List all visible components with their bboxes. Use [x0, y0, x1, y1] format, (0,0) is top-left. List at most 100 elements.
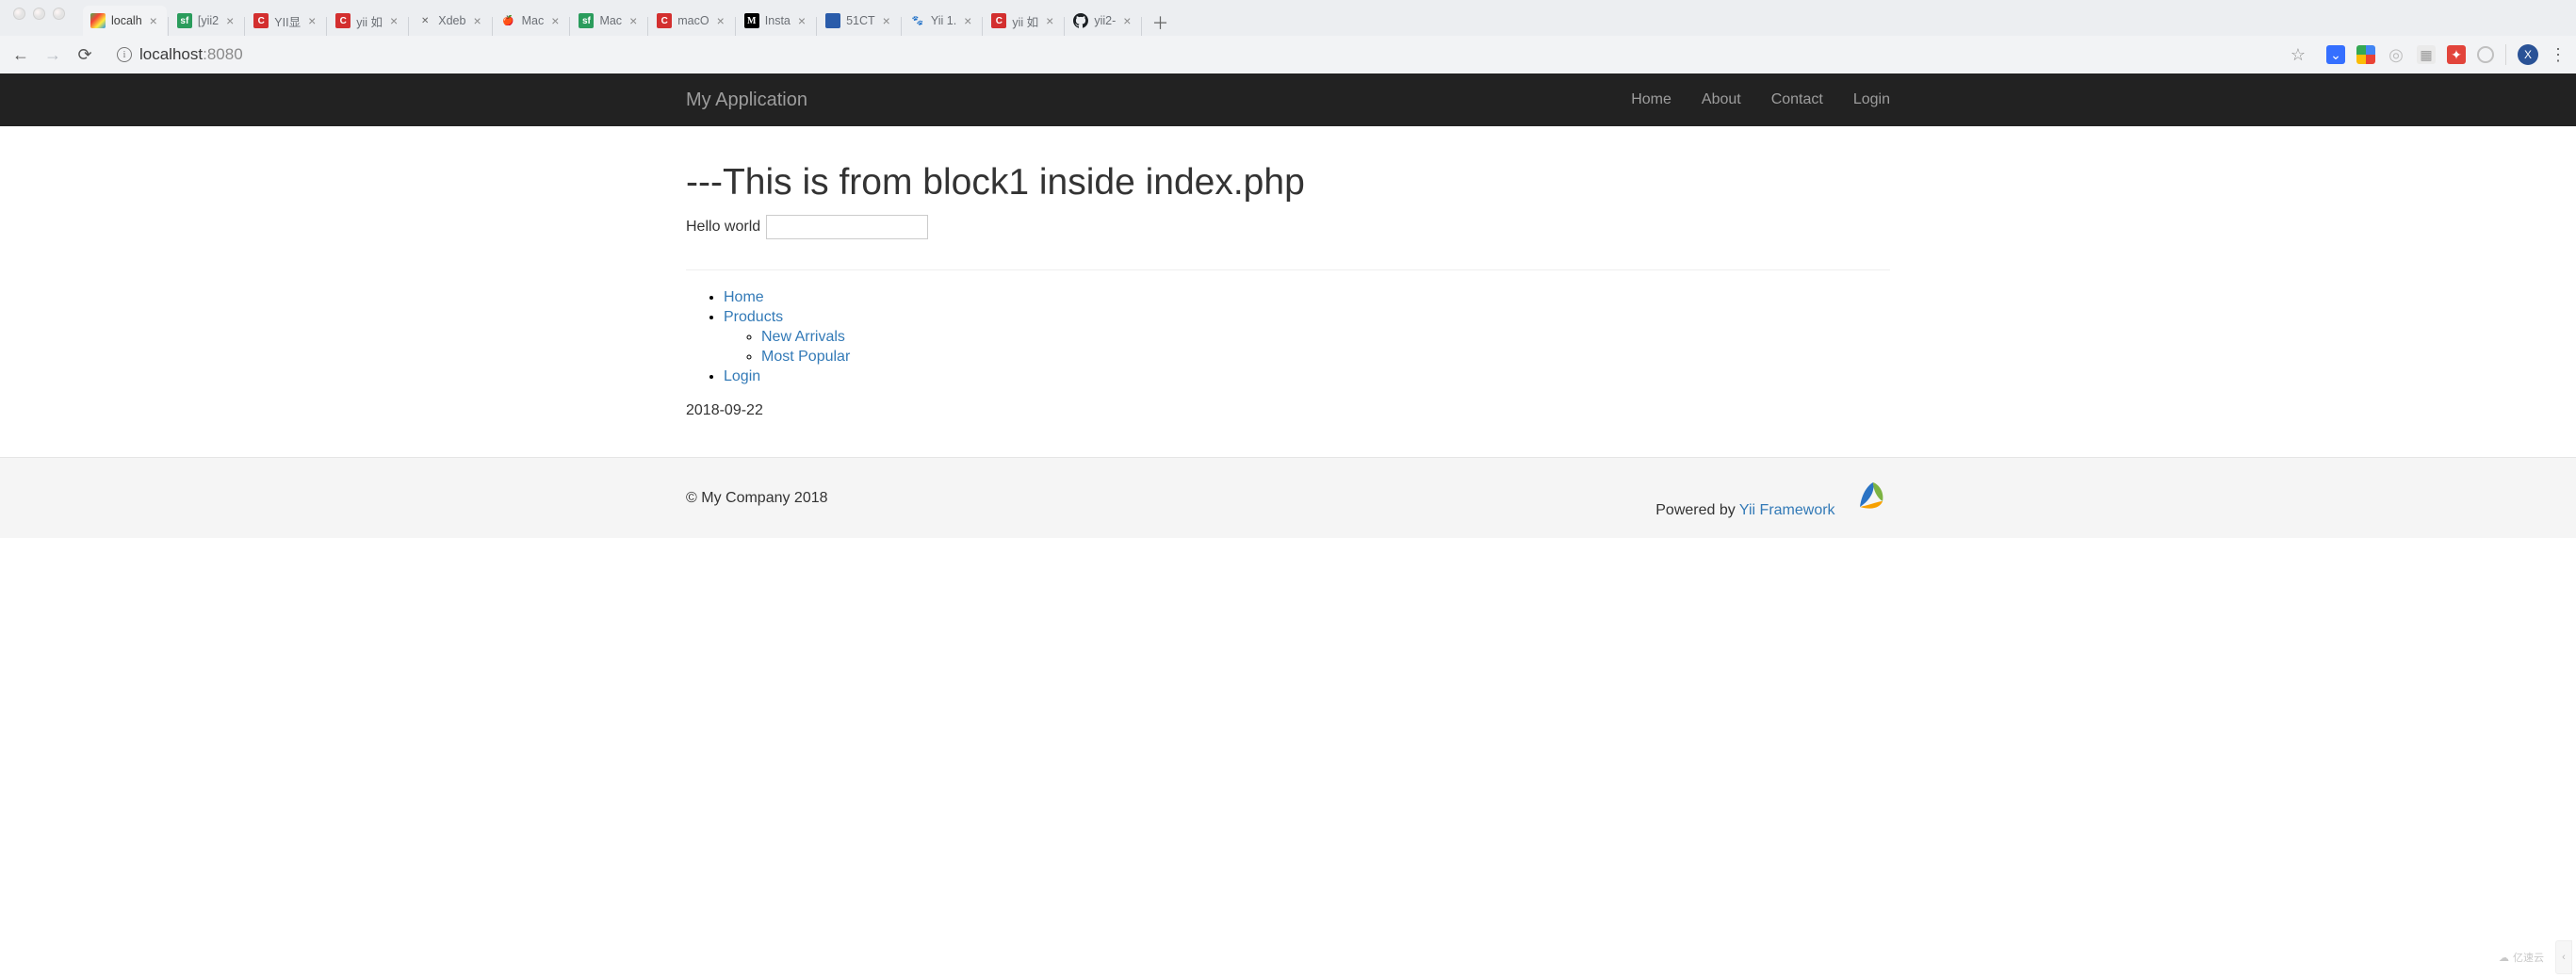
tab-yii1[interactable]: 🐾 Yii 1. × — [903, 6, 982, 36]
tab-yii-ru-1[interactable]: C yii 如 × — [328, 6, 407, 36]
site-info-icon[interactable]: i — [117, 47, 132, 62]
footer-copyright: © My Company 2018 — [686, 490, 828, 507]
watermark-cloud-icon: ☁ — [2499, 952, 2509, 964]
footer-powered: Powered by Yii Framework — [1655, 477, 1890, 519]
tab-localhost[interactable]: localh × — [83, 6, 167, 36]
tab-title: macO — [677, 14, 709, 27]
extension-icon-5[interactable]: ✦ — [2447, 45, 2466, 64]
reload-button[interactable]: ⟳ — [73, 45, 96, 65]
kebab-menu-icon[interactable]: ⋮ — [2550, 45, 2567, 65]
close-window-button[interactable] — [13, 8, 25, 20]
tab-title: Insta — [765, 14, 791, 27]
extension-icon-1[interactable]: ⌄ — [2326, 45, 2345, 64]
tab-yii2-github[interactable]: yii2- × — [1066, 6, 1140, 36]
url-host: localhost — [139, 45, 203, 63]
close-tab-icon[interactable]: × — [224, 13, 236, 28]
tab-separator — [816, 17, 817, 36]
scroll-arrow-icon[interactable]: ‹ — [2555, 940, 2572, 974]
tab-title: yii2- — [1094, 14, 1116, 27]
footer: © My Company 2018 Powered by Yii Framewo… — [0, 457, 2576, 538]
extension-icon-4[interactable]: ▦ — [2417, 45, 2436, 64]
favicon-mac: 🍎 — [501, 13, 516, 28]
browser-chrome: localh × sf [yii2 × C YII显 × C yii 如 × ✕… — [0, 0, 2576, 73]
hello-row: Hello world — [686, 215, 1890, 239]
back-button[interactable]: ← — [9, 45, 32, 65]
tab-macos[interactable]: C macO × — [649, 6, 734, 36]
minimize-window-button[interactable] — [33, 8, 45, 20]
menu-link-login[interactable]: Login — [724, 368, 760, 384]
tab-separator — [1141, 17, 1142, 36]
close-tab-icon[interactable]: × — [549, 13, 561, 28]
favicon-51cto — [825, 13, 840, 28]
navbar: My Application Home About Contact Login — [0, 73, 2576, 126]
extension-icon-3[interactable]: ◎ — [2387, 45, 2405, 64]
close-tab-icon[interactable]: × — [796, 13, 807, 28]
tab-title: YII显 — [274, 12, 301, 30]
separator — [686, 269, 1890, 270]
tab-separator — [244, 17, 245, 36]
divider — [2505, 44, 2506, 65]
tab-xdebug[interactable]: ✕ Xdeb × — [410, 6, 490, 36]
tab-title: localh — [111, 14, 142, 27]
brand[interactable]: My Application — [686, 90, 807, 111]
menu-link-new-arrivals[interactable]: New Arrivals — [761, 329, 845, 345]
tab-separator — [492, 17, 493, 36]
menu-link-most-popular[interactable]: Most Popular — [761, 349, 850, 365]
nav-link-about[interactable]: About — [1702, 91, 1741, 108]
favicon-c: C — [253, 13, 269, 28]
favicon-baidu: 🐾 — [910, 13, 925, 28]
close-tab-icon[interactable]: × — [471, 13, 482, 28]
close-tab-icon[interactable]: × — [881, 13, 892, 28]
list-item: Products New Arrivals Most Popular — [724, 309, 1890, 366]
yii-logo-icon — [1852, 477, 1890, 514]
yii-framework-link[interactable]: Yii Framework — [1739, 502, 1835, 518]
close-tab-icon[interactable]: × — [388, 13, 399, 28]
nav-link-home[interactable]: Home — [1631, 91, 1671, 108]
nav-link-login[interactable]: Login — [1853, 91, 1890, 108]
nav-link-contact[interactable]: Contact — [1771, 91, 1823, 108]
bookmark-star-icon[interactable]: ☆ — [2291, 45, 2306, 65]
submenu-list: New Arrivals Most Popular — [724, 329, 1890, 366]
tab-separator — [982, 17, 983, 36]
tab-mac-apple[interactable]: 🍎 Mac × — [494, 6, 569, 36]
tab-mac-sf[interactable]: sf Mac × — [571, 6, 646, 36]
menu-list: Home Products New Arrivals Most Popular … — [686, 289, 1890, 385]
favicon-medium: M — [744, 13, 759, 28]
date-text: 2018-09-22 — [686, 402, 1890, 457]
tab-yii-ru-2[interactable]: C yii 如 × — [984, 6, 1063, 36]
tab-yii-display[interactable]: C YII显 × — [246, 6, 325, 36]
close-tab-icon[interactable]: × — [715, 13, 726, 28]
hello-input[interactable] — [766, 215, 928, 239]
extension-icon-google[interactable] — [2356, 45, 2375, 64]
tab-title: 51CT — [846, 14, 875, 27]
forward-button[interactable]: → — [41, 45, 64, 65]
tab-separator — [735, 17, 736, 36]
new-tab-button[interactable]: ＋ — [1147, 9, 1173, 36]
tab-yii2-sf[interactable]: sf [yii2 × — [170, 6, 243, 36]
tab-51cto[interactable]: 51CT × — [818, 6, 900, 36]
menu-link-products[interactable]: Products — [724, 309, 783, 325]
profile-avatar[interactable]: X — [2518, 44, 2538, 65]
tab-title: Yii 1. — [931, 14, 956, 27]
url-path: :8080 — [203, 45, 243, 63]
extension-icon-6[interactable] — [2477, 46, 2494, 63]
address-bar[interactable]: i localhost:8080 ☆ — [106, 41, 2317, 69]
favicon-c: C — [657, 13, 672, 28]
menu-link-home[interactable]: Home — [724, 289, 764, 305]
tab-separator — [326, 17, 327, 36]
watermark-text: 亿速云 — [2513, 950, 2544, 965]
list-item: Most Popular — [761, 349, 1890, 366]
close-tab-icon[interactable]: × — [628, 13, 639, 28]
tab-insta[interactable]: M Insta × — [737, 6, 815, 36]
maximize-window-button[interactable] — [53, 8, 65, 20]
close-tab-icon[interactable]: × — [148, 13, 159, 28]
tab-title: [yii2 — [198, 14, 219, 27]
close-tab-icon[interactable]: × — [1044, 13, 1055, 28]
close-tab-icon[interactable]: × — [962, 13, 973, 28]
powered-prefix: Powered by — [1655, 502, 1739, 518]
close-tab-icon[interactable]: × — [306, 13, 318, 28]
tab-separator — [901, 17, 902, 36]
favicon-sf: sf — [579, 13, 594, 28]
close-tab-icon[interactable]: × — [1121, 13, 1133, 28]
address-row: ← → ⟳ i localhost:8080 ☆ ⌄ ◎ ▦ ✦ X ⋮ — [0, 36, 2576, 73]
